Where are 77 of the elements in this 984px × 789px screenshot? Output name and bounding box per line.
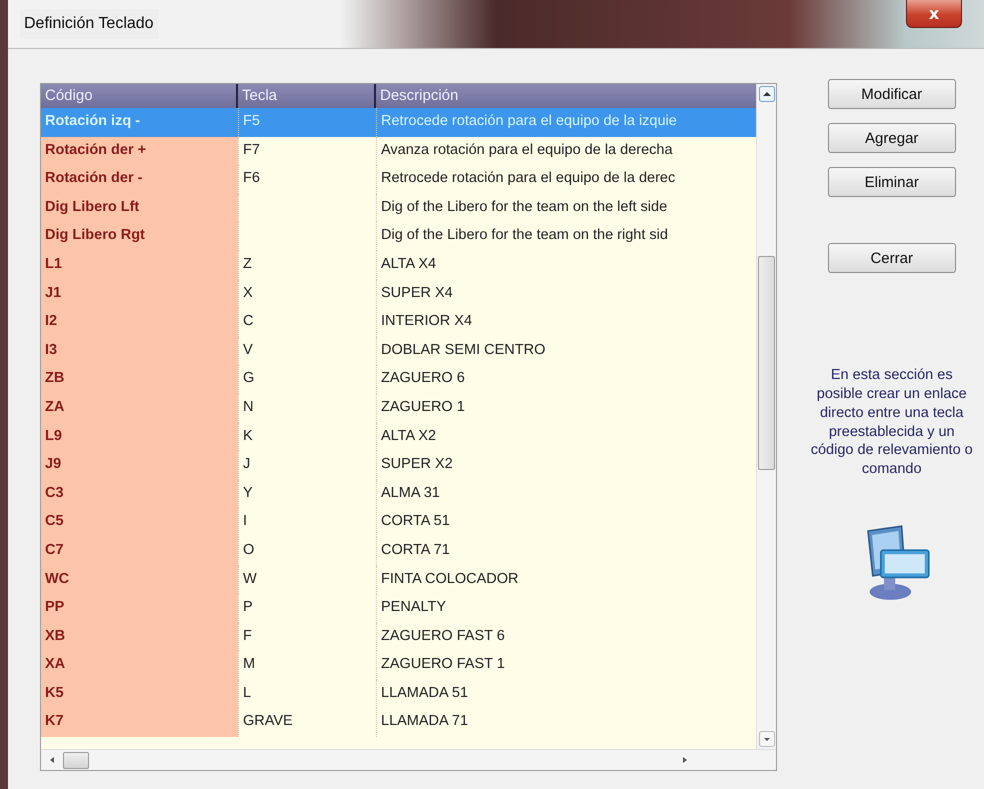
table-row[interactable]: ZA N ZAGUERO 1 bbox=[41, 394, 756, 423]
table-cell: F7 bbox=[238, 136, 376, 166]
table-row[interactable]: XA M ZAGUERO FAST 1 bbox=[41, 651, 756, 680]
table-row[interactable]: Rotación der + F7 Avanza rotación para el equipo de la derecha bbox=[41, 136, 756, 166]
table-cell: O bbox=[238, 536, 376, 566]
table-cell: ZA bbox=[41, 394, 238, 423]
action-button[interactable]: Modificar bbox=[828, 79, 956, 109]
action-button[interactable]: Agregar bbox=[828, 123, 956, 153]
table-row[interactable]: ZB G ZAGUERO 6 bbox=[41, 365, 756, 394]
table-cell: C5 bbox=[41, 508, 238, 537]
table-row[interactable]: K5 L LLAMADA 51 bbox=[41, 680, 756, 708]
table-cell: Z bbox=[238, 250, 376, 280]
table-cell: Rotación izq - bbox=[41, 108, 238, 137]
table-cell: XA bbox=[41, 651, 238, 680]
table-cell: K5 bbox=[41, 680, 238, 708]
table-cell: W bbox=[238, 566, 376, 594]
table-cell: WC bbox=[41, 566, 238, 594]
table-cell: Y bbox=[238, 480, 376, 508]
scroll-thumb[interactable] bbox=[63, 752, 89, 768]
close-dialog-button[interactable]: Cerrar bbox=[828, 243, 956, 273]
horizontal-scrollbar[interactable] bbox=[41, 749, 776, 770]
table-row[interactable]: J9 J SUPER X2 bbox=[41, 451, 756, 480]
table-cell: K bbox=[238, 422, 376, 452]
table-row[interactable]: Dig Libero Rgt Dig of the Libero for the team on the right sid bbox=[41, 222, 756, 251]
table-cell: J9 bbox=[41, 451, 238, 480]
help-text: En esta sección es posible crear un enlace directo entre una tecla preestablecida y un código de relevamiento o comando bbox=[810, 366, 974, 480]
table-row[interactable]: Dig Libero Lft Dig of the Libero for the team on the left side bbox=[41, 194, 756, 222]
table-row[interactable]: C3 Y ALMA 31 bbox=[41, 480, 756, 508]
table-cell: V bbox=[238, 336, 376, 366]
vertical-scrollbar[interactable] bbox=[756, 84, 776, 749]
action-button[interactable]: Eliminar bbox=[828, 167, 956, 197]
table-row[interactable]: I3 V DOBLAR SEMI CENTRO bbox=[41, 336, 756, 366]
table-row[interactable]: J1 X SUPER X4 bbox=[41, 280, 756, 308]
table-cell: K7 bbox=[41, 708, 238, 738]
window-title: Definición Teclado bbox=[20, 9, 158, 39]
table-cell: J1 bbox=[41, 280, 238, 308]
table-row[interactable]: XB F ZAGUERO FAST 6 bbox=[41, 622, 756, 652]
table-row[interactable]: I2 C INTERIOR X4 bbox=[41, 308, 756, 337]
table-row[interactable]: L9 K ALTA X2 bbox=[41, 422, 756, 452]
table-row[interactable]: C5 I CORTA 51 bbox=[41, 508, 756, 537]
table-cell: C3 bbox=[41, 480, 238, 508]
table-cell: L1 bbox=[41, 250, 238, 280]
table-cell: Dig Libero Rgt bbox=[41, 222, 238, 251]
table-row[interactable]: Rotación der - F6 Retrocede rotación para el equipo de la derec bbox=[41, 165, 756, 194]
table-cell: I bbox=[238, 508, 376, 537]
table-cell: F5 bbox=[238, 108, 376, 137]
table-cell: C bbox=[238, 308, 376, 337]
table-cell: C7 bbox=[41, 536, 238, 566]
table-cell: PP bbox=[41, 594, 238, 623]
table-cell: Retrocede rotación para el equipo de la izquie bbox=[376, 108, 756, 137]
table-cell: G bbox=[238, 365, 376, 394]
table-row[interactable]: C7 O CORTA 71 bbox=[41, 536, 756, 566]
table-cell: Dig Libero Lft bbox=[41, 194, 238, 222]
table-cell: XB bbox=[41, 622, 238, 652]
table-cell: J bbox=[238, 451, 376, 480]
table-row[interactable]: L1 Z ALTA X4 bbox=[41, 250, 756, 280]
table-cell: L9 bbox=[41, 422, 238, 452]
scroll-down-icon[interactable] bbox=[758, 731, 775, 747]
table-cell: X bbox=[238, 280, 376, 308]
table-cell: I3 bbox=[41, 336, 238, 366]
table-row[interactable]: WC W FINTA COLOCADOR bbox=[41, 566, 756, 594]
close-button[interactable]: x bbox=[906, 0, 962, 28]
table-cell: F bbox=[238, 622, 376, 652]
scroll-thumb[interactable] bbox=[758, 256, 776, 470]
table-cell: Rotación der + bbox=[41, 136, 238, 166]
table-cell: ZB bbox=[41, 365, 238, 394]
table-cell: M bbox=[238, 651, 376, 680]
table-cell: F6 bbox=[238, 165, 376, 194]
table-row[interactable]: PP P PENALTY bbox=[41, 594, 756, 623]
scroll-up-icon[interactable] bbox=[758, 86, 775, 102]
table-row[interactable]: K7 GRAVE LLAMADA 71 bbox=[41, 708, 756, 738]
table-cell: L bbox=[238, 680, 376, 708]
table-cell: N bbox=[238, 394, 376, 423]
table-cell: I2 bbox=[41, 308, 238, 337]
table-cell: Rotación der - bbox=[41, 165, 238, 194]
table-cell: P bbox=[238, 594, 376, 623]
table-cell: GRAVE bbox=[238, 708, 376, 738]
